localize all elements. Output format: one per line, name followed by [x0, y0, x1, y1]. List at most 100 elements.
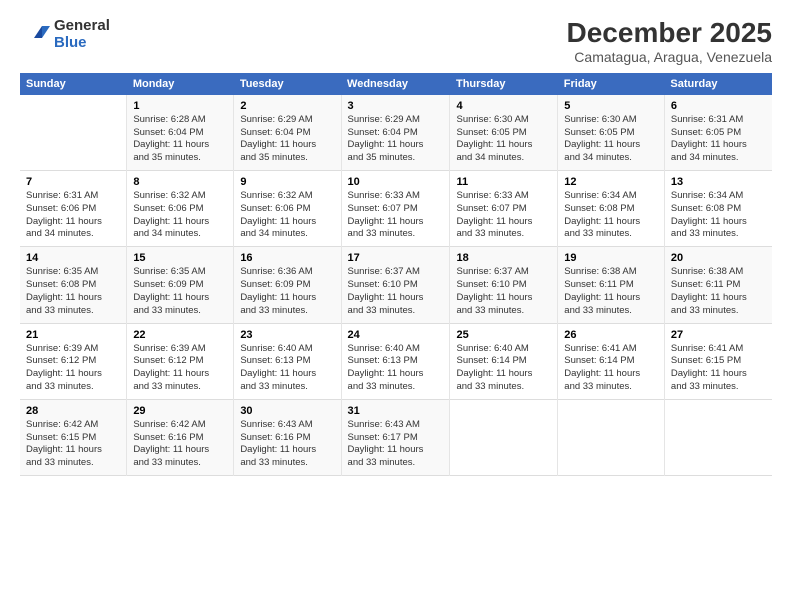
- header: General Blue December 2025 Camatagua, Ar…: [20, 18, 772, 65]
- day-info: Sunrise: 6:42 AM Sunset: 6:16 PM Dayligh…: [133, 419, 227, 470]
- day-info: Sunrise: 6:40 AM Sunset: 6:14 PM Dayligh…: [456, 343, 551, 394]
- day-number: 24: [348, 329, 444, 341]
- day-number: 11: [456, 176, 551, 188]
- logo: General Blue: [20, 18, 110, 51]
- day-number: 27: [671, 329, 766, 341]
- cell-1-7: 6 Sunrise: 6:31 AM Sunset: 6:05 PM Daylig…: [664, 95, 772, 171]
- day-number: 3: [348, 100, 444, 112]
- day-number: 17: [348, 252, 444, 264]
- cell-5-6: [558, 399, 665, 475]
- cell-2-5: 11 Sunrise: 6:33 AM Sunset: 6:07 PM Dayli…: [450, 171, 558, 247]
- logo-blue: Blue: [54, 35, 110, 52]
- cell-3-5: 18 Sunrise: 6:37 AM Sunset: 6:10 PM Dayli…: [450, 247, 558, 323]
- day-info: Sunrise: 6:37 AM Sunset: 6:10 PM Dayligh…: [456, 266, 551, 317]
- day-info: Sunrise: 6:36 AM Sunset: 6:09 PM Dayligh…: [240, 266, 334, 317]
- day-info: Sunrise: 6:30 AM Sunset: 6:05 PM Dayligh…: [456, 114, 551, 165]
- day-number: 28: [26, 405, 120, 417]
- calendar-table: SundayMondayTuesdayWednesdayThursdayFrid…: [20, 73, 772, 476]
- day-number: 21: [26, 329, 120, 341]
- day-number: 18: [456, 252, 551, 264]
- day-info: Sunrise: 6:29 AM Sunset: 6:04 PM Dayligh…: [240, 114, 334, 165]
- day-number: 14: [26, 252, 120, 264]
- day-info: Sunrise: 6:28 AM Sunset: 6:04 PM Dayligh…: [133, 114, 227, 165]
- day-number: 4: [456, 100, 551, 112]
- cell-2-2: 8 Sunrise: 6:32 AM Sunset: 6:06 PM Daylig…: [127, 171, 234, 247]
- cell-5-5: [450, 399, 558, 475]
- day-number: 6: [671, 100, 766, 112]
- cell-4-4: 24Sunrise: 6:40 AM Sunset: 6:13 PM Dayli…: [341, 323, 450, 399]
- day-number: 8: [133, 176, 227, 188]
- cell-3-3: 16 Sunrise: 6:36 AM Sunset: 6:09 PM Dayli…: [234, 247, 341, 323]
- cell-1-3: 2 Sunrise: 6:29 AM Sunset: 6:04 PM Daylig…: [234, 95, 341, 171]
- cell-2-7: 13Sunrise: 6:34 AM Sunset: 6:08 PM Dayli…: [664, 171, 772, 247]
- day-info: Sunrise: 6:32 AM Sunset: 6:06 PM Dayligh…: [133, 190, 227, 241]
- main-title: December 2025: [567, 18, 772, 49]
- col-header-wednesday: Wednesday: [341, 73, 450, 95]
- cell-4-5: 25 Sunrise: 6:40 AM Sunset: 6:14 PM Dayli…: [450, 323, 558, 399]
- day-info: Sunrise: 6:30 AM Sunset: 6:05 PM Dayligh…: [564, 114, 658, 165]
- day-info: Sunrise: 6:35 AM Sunset: 6:09 PM Dayligh…: [133, 266, 227, 317]
- cell-4-7: 27 Sunrise: 6:41 AM Sunset: 6:15 PM Dayli…: [664, 323, 772, 399]
- day-number: 7: [26, 176, 120, 188]
- cell-5-4: 31Sunrise: 6:43 AM Sunset: 6:17 PM Dayli…: [341, 399, 450, 475]
- week-row-2: 7 Sunrise: 6:31 AM Sunset: 6:06 PM Daylig…: [20, 171, 772, 247]
- cell-1-6: 5 Sunrise: 6:30 AM Sunset: 6:05 PM Daylig…: [558, 95, 665, 171]
- cell-5-1: 28 Sunrise: 6:42 AM Sunset: 6:15 PM Dayli…: [20, 399, 127, 475]
- page: General Blue December 2025 Camatagua, Ar…: [0, 0, 792, 612]
- cell-1-1: [20, 95, 127, 171]
- day-number: 9: [240, 176, 334, 188]
- day-info: Sunrise: 6:33 AM Sunset: 6:07 PM Dayligh…: [348, 190, 444, 241]
- day-info: Sunrise: 6:43 AM Sunset: 6:16 PM Dayligh…: [240, 419, 334, 470]
- logo-icon: [20, 20, 50, 50]
- day-number: 22: [133, 329, 227, 341]
- day-number: 19: [564, 252, 658, 264]
- week-row-1: 1Sunrise: 6:28 AM Sunset: 6:04 PM Daylig…: [20, 95, 772, 171]
- day-number: 29: [133, 405, 227, 417]
- cell-1-2: 1Sunrise: 6:28 AM Sunset: 6:04 PM Daylig…: [127, 95, 234, 171]
- cell-2-6: 12 Sunrise: 6:34 AM Sunset: 6:08 PM Dayli…: [558, 171, 665, 247]
- day-info: Sunrise: 6:31 AM Sunset: 6:06 PM Dayligh…: [26, 190, 120, 241]
- col-header-friday: Friday: [558, 73, 665, 95]
- day-number: 26: [564, 329, 658, 341]
- day-number: 5: [564, 100, 658, 112]
- cell-1-4: 3 Sunrise: 6:29 AM Sunset: 6:04 PM Daylig…: [341, 95, 450, 171]
- cell-4-2: 22 Sunrise: 6:39 AM Sunset: 6:12 PM Dayli…: [127, 323, 234, 399]
- day-info: Sunrise: 6:34 AM Sunset: 6:08 PM Dayligh…: [564, 190, 658, 241]
- cell-5-3: 30Sunrise: 6:43 AM Sunset: 6:16 PM Dayli…: [234, 399, 341, 475]
- day-number: 10: [348, 176, 444, 188]
- col-header-thursday: Thursday: [450, 73, 558, 95]
- col-header-saturday: Saturday: [664, 73, 772, 95]
- day-number: 2: [240, 100, 334, 112]
- cell-5-2: 29 Sunrise: 6:42 AM Sunset: 6:16 PM Dayli…: [127, 399, 234, 475]
- header-row: SundayMondayTuesdayWednesdayThursdayFrid…: [20, 73, 772, 95]
- day-info: Sunrise: 6:41 AM Sunset: 6:15 PM Dayligh…: [671, 343, 766, 394]
- day-info: Sunrise: 6:39 AM Sunset: 6:12 PM Dayligh…: [133, 343, 227, 394]
- day-info: Sunrise: 6:40 AM Sunset: 6:13 PM Dayligh…: [240, 343, 334, 394]
- day-info: Sunrise: 6:38 AM Sunset: 6:11 PM Dayligh…: [564, 266, 658, 317]
- day-number: 23: [240, 329, 334, 341]
- day-number: 20: [671, 252, 766, 264]
- cell-2-1: 7 Sunrise: 6:31 AM Sunset: 6:06 PM Daylig…: [20, 171, 127, 247]
- cell-3-2: 15Sunrise: 6:35 AM Sunset: 6:09 PM Dayli…: [127, 247, 234, 323]
- day-number: 13: [671, 176, 766, 188]
- day-number: 16: [240, 252, 334, 264]
- col-header-monday: Monday: [127, 73, 234, 95]
- day-info: Sunrise: 6:42 AM Sunset: 6:15 PM Dayligh…: [26, 419, 120, 470]
- day-info: Sunrise: 6:31 AM Sunset: 6:05 PM Dayligh…: [671, 114, 766, 165]
- day-number: 12: [564, 176, 658, 188]
- day-info: Sunrise: 6:29 AM Sunset: 6:04 PM Dayligh…: [348, 114, 444, 165]
- day-number: 25: [456, 329, 551, 341]
- subtitle: Camatagua, Aragua, Venezuela: [567, 49, 772, 65]
- cell-5-7: [664, 399, 772, 475]
- col-header-tuesday: Tuesday: [234, 73, 341, 95]
- cell-3-6: 19 Sunrise: 6:38 AM Sunset: 6:11 PM Dayli…: [558, 247, 665, 323]
- day-info: Sunrise: 6:38 AM Sunset: 6:11 PM Dayligh…: [671, 266, 766, 317]
- cell-4-3: 23 Sunrise: 6:40 AM Sunset: 6:13 PM Dayli…: [234, 323, 341, 399]
- day-info: Sunrise: 6:41 AM Sunset: 6:14 PM Dayligh…: [564, 343, 658, 394]
- cell-4-1: 21Sunrise: 6:39 AM Sunset: 6:12 PM Dayli…: [20, 323, 127, 399]
- logo-text: General Blue: [54, 18, 110, 51]
- day-info: Sunrise: 6:32 AM Sunset: 6:06 PM Dayligh…: [240, 190, 334, 241]
- day-info: Sunrise: 6:37 AM Sunset: 6:10 PM Dayligh…: [348, 266, 444, 317]
- day-info: Sunrise: 6:33 AM Sunset: 6:07 PM Dayligh…: [456, 190, 551, 241]
- week-row-5: 28 Sunrise: 6:42 AM Sunset: 6:15 PM Dayli…: [20, 399, 772, 475]
